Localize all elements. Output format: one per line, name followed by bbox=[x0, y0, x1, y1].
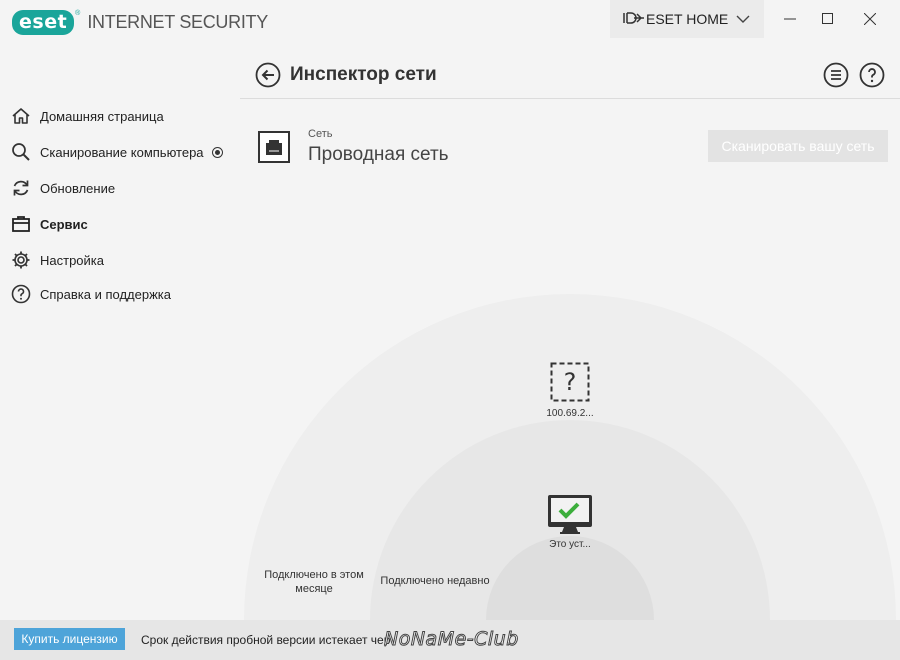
zone-label-month-line1: Подключено в этом bbox=[264, 569, 364, 581]
logo-registered-mark: ® bbox=[75, 10, 81, 17]
device-label: Это уст... bbox=[549, 539, 591, 550]
logo-badge: eset bbox=[12, 10, 75, 35]
svg-text:?: ? bbox=[564, 368, 577, 396]
sidebar-item-label: Обновление bbox=[40, 180, 116, 196]
sidebar-item-label: Справка и поддержка bbox=[40, 286, 171, 302]
sidebar-item-update[interactable]: Обновление bbox=[10, 177, 115, 199]
eset-home-label: ESET HOME bbox=[646, 11, 729, 27]
zone-label-month: Подключено в этом месяце bbox=[254, 568, 374, 596]
network-radar bbox=[244, 294, 896, 620]
network-name: Проводная сеть bbox=[308, 144, 449, 165]
scan-network-button[interactable]: Сканировать вашу сеть bbox=[708, 130, 888, 162]
network-label: Сеть bbox=[308, 128, 333, 140]
title-bar: eset ® INTERNET SECURITY ESET HOME bbox=[0, 0, 900, 50]
zone-label-recent: Подключено недавно bbox=[380, 575, 490, 587]
back-arrow-icon bbox=[255, 62, 281, 88]
eset-home-button[interactable]: ESET HOME bbox=[610, 0, 764, 38]
footer-bar: Купить лицензию Срок действия пробной ве… bbox=[0, 620, 900, 660]
minimize-icon bbox=[784, 18, 796, 20]
page-header: Инспектор сети bbox=[240, 56, 900, 99]
sidebar-item-help[interactable]: Справка и поддержка bbox=[10, 283, 171, 305]
sidebar-item-settings[interactable]: Настройка bbox=[10, 249, 104, 271]
sidebar-item-scan[interactable]: Сканирование компьютера bbox=[10, 141, 223, 163]
unknown-device[interactable]: ? 100.69.2... bbox=[536, 362, 604, 419]
page-title: Инспектор сети bbox=[290, 64, 437, 85]
watermark-text: NoNaMe-Club bbox=[384, 628, 519, 651]
refresh-icon bbox=[10, 177, 32, 199]
eset-home-icon bbox=[622, 11, 646, 28]
sidebar-item-service[interactable]: Сервис bbox=[10, 213, 88, 235]
this-device[interactable]: Это уст... bbox=[536, 494, 604, 550]
scan-status-indicator bbox=[211, 146, 223, 158]
device-label: 100.69.2... bbox=[546, 408, 594, 419]
sidebar-item-label: Домашняя страница bbox=[40, 108, 164, 124]
unknown-device-icon: ? bbox=[550, 362, 590, 402]
maximize-icon bbox=[822, 13, 833, 24]
toolbox-icon bbox=[10, 213, 32, 235]
menu-icon bbox=[823, 62, 849, 88]
product-name: INTERNET SECURITY bbox=[87, 12, 268, 32]
trial-expiry-text: Срок действия пробной версии истекает че… bbox=[141, 633, 391, 647]
zone-label-month-line2: месяце bbox=[295, 583, 333, 595]
minimize-button[interactable] bbox=[772, 6, 808, 32]
help-button[interactable] bbox=[859, 62, 885, 88]
computer-ok-icon bbox=[548, 495, 592, 534]
gear-icon bbox=[10, 249, 32, 271]
buy-license-button[interactable]: Купить лицензию bbox=[14, 628, 125, 650]
home-icon bbox=[10, 105, 32, 127]
sidebar-item-label: Настройка bbox=[40, 252, 104, 268]
close-button[interactable] bbox=[852, 6, 888, 32]
sidebar-item-label: Сервис bbox=[40, 216, 88, 232]
search-icon bbox=[10, 141, 32, 163]
sidebar-item-label: Сканирование компьютера bbox=[40, 144, 204, 160]
eset-logo: eset ® INTERNET SECURITY bbox=[12, 10, 268, 35]
back-button[interactable] bbox=[255, 62, 281, 88]
chevron-down-icon bbox=[736, 11, 750, 27]
help-icon bbox=[10, 283, 32, 305]
question-icon bbox=[859, 62, 885, 88]
menu-button[interactable] bbox=[823, 62, 849, 88]
maximize-button[interactable] bbox=[810, 6, 846, 32]
sidebar-item-home[interactable]: Домашняя страница bbox=[10, 105, 164, 127]
close-icon bbox=[864, 13, 876, 25]
ethernet-port-icon bbox=[258, 131, 290, 163]
